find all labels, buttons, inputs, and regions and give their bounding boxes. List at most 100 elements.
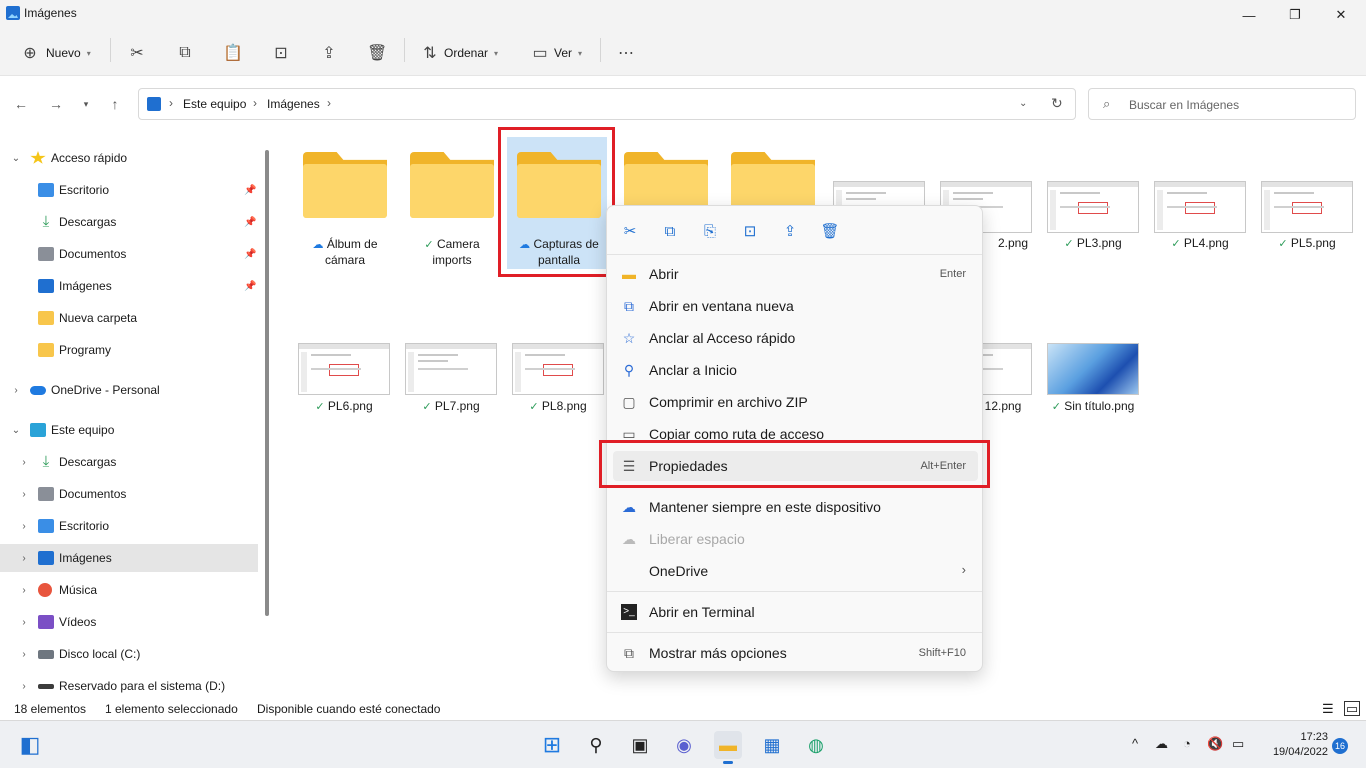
- share-button[interactable]: ⇪: [319, 38, 339, 68]
- sort-button[interactable]: ⇅ Ordenar ▾: [420, 38, 498, 68]
- sidebar-item-documentos[interactable]: Documentos 📌: [0, 240, 258, 268]
- onedrive-cloud-icon[interactable]: ☁: [1155, 736, 1168, 752]
- menu-item-new-window[interactable]: ⧉ Abrir en ventana nueva: [613, 291, 978, 321]
- more-options-button[interactable]: ⋯: [616, 38, 636, 68]
- file-label[interactable]: ✓ PL7.png: [398, 399, 504, 415]
- file-explorer-icon[interactable]: ▬: [714, 731, 742, 764]
- chevron-right-icon[interactable]: ›: [18, 457, 30, 468]
- system-clock[interactable]: 17:23 19/04/2022: [1258, 730, 1328, 760]
- address-bar[interactable]: › Este equipo › Imágenes › ⌄ ↻: [138, 88, 1076, 120]
- sidebar-item-pc-documentos[interactable]: › Documentos: [0, 480, 258, 508]
- rename-button[interactable]: ⊡: [271, 38, 291, 68]
- cut-icon[interactable]: ✂: [617, 220, 643, 244]
- breadcrumb-pictures[interactable]: Imágenes: [267, 97, 320, 111]
- paste-icon[interactable]: ⎘: [697, 220, 723, 244]
- trash-icon[interactable]: 🗑: [817, 220, 843, 244]
- sidebar-item-escritorio[interactable]: Escritorio 📌: [0, 176, 258, 204]
- volume-muted-icon[interactable]: 🔇: [1207, 736, 1223, 752]
- menu-item-onedrive[interactable]: OneDrive ›: [613, 556, 978, 586]
- chat-icon[interactable]: ◉: [670, 731, 698, 759]
- up-button[interactable]: ↑: [104, 93, 126, 115]
- menu-item-pin-quick-access[interactable]: ☆ Anclar al Acceso rápido: [613, 323, 978, 353]
- sidebar-item-pc-videos[interactable]: › Vídeos: [0, 608, 258, 636]
- back-button[interactable]: ←: [10, 93, 32, 115]
- image-thumbnail[interactable]: [1154, 181, 1246, 233]
- menu-item-open-terminal[interactable]: >_ Abrir en Terminal: [613, 597, 978, 627]
- sidebar-item-disk-d[interactable]: › Reservado para el sistema (D:): [0, 672, 258, 700]
- copy-icon[interactable]: ⧉: [657, 220, 683, 244]
- start-windows-icon[interactable]: ⊞: [538, 731, 566, 759]
- address-history-chevron-icon[interactable]: ⌄: [1019, 98, 1027, 109]
- sidebar-item-pc-descargas[interactable]: › ⤓ Descargas: [0, 448, 258, 476]
- breadcrumb-this-pc[interactable]: Este equipo: [183, 97, 246, 111]
- details-view-icon[interactable]: ☰: [1322, 701, 1334, 717]
- sidebar-item-onedrive[interactable]: › OneDrive - Personal: [0, 376, 258, 404]
- folder-camera-imports[interactable]: ✓ Camera imports: [399, 140, 505, 270]
- sidebar-item-this-pc[interactable]: ⌄ Este equipo: [0, 416, 258, 444]
- recent-locations-button[interactable]: ▾: [75, 93, 97, 115]
- view-button[interactable]: ▭ Ver ▾: [530, 38, 582, 68]
- search-box[interactable]: ⌕ Buscar en Imágenes: [1088, 88, 1356, 120]
- sidebar-item-pc-escritorio[interactable]: › Escritorio: [0, 512, 258, 540]
- show-hidden-icons-icon[interactable]: ^: [1132, 736, 1138, 751]
- sidebar-item-pc-imagenes[interactable]: › Imágenes: [0, 544, 258, 572]
- minimize-button[interactable]: —: [1226, 0, 1272, 30]
- chevron-right-icon[interactable]: ›: [18, 617, 30, 628]
- menu-item-abrir[interactable]: ▬ Abrir Enter: [613, 259, 978, 289]
- file-label[interactable]: ✓ PL5.png: [1254, 236, 1360, 252]
- chevron-right-icon[interactable]: ›: [18, 489, 30, 500]
- menu-item-keep-on-device[interactable]: ☁ Mantener siempre en este dispositivo: [613, 492, 978, 522]
- file-label[interactable]: ✓ PL4.png: [1147, 236, 1253, 252]
- image-thumbnail[interactable]: [405, 343, 497, 395]
- file-label[interactable]: ✓ PL6.png: [291, 399, 397, 415]
- new-button[interactable]: ⊕ Nuevo ▾: [20, 38, 90, 68]
- maximize-button[interactable]: ❐: [1272, 0, 1318, 30]
- close-button[interactable]: ✕: [1318, 0, 1364, 30]
- sidebar-item-descargas[interactable]: ⤓ Descargas 📌: [0, 208, 258, 236]
- chevron-down-icon[interactable]: ⌄: [10, 425, 22, 436]
- sidebar-item-imagenes[interactable]: Imágenes 📌: [0, 272, 258, 300]
- paste-button[interactable]: 📋: [223, 38, 243, 68]
- rename-icon[interactable]: ⊡: [737, 220, 763, 244]
- image-thumbnail[interactable]: [1261, 181, 1353, 233]
- notification-badge[interactable]: 16: [1332, 738, 1348, 754]
- share-icon[interactable]: ⇪: [777, 220, 803, 244]
- sidebar-scrollbar[interactable]: [265, 150, 269, 616]
- cut-button[interactable]: ✂: [127, 38, 147, 68]
- copy-button[interactable]: ⧉: [175, 38, 195, 68]
- sidebar-item-programy[interactable]: Programy: [0, 336, 258, 364]
- image-thumbnail[interactable]: [1047, 181, 1139, 233]
- sidebar-item-disk-c[interactable]: › Disco local (C:): [0, 640, 258, 668]
- chevron-right-icon[interactable]: ›: [18, 553, 30, 564]
- menu-item-pin-start[interactable]: ⚲ Anclar a Inicio: [613, 355, 978, 385]
- thumbnail-view-icon[interactable]: ▭: [1344, 701, 1360, 716]
- chevron-right-icon[interactable]: ›: [10, 385, 22, 396]
- chevron-right-icon[interactable]: ›: [18, 585, 30, 596]
- widgets-icon[interactable]: ◧: [16, 731, 44, 759]
- image-thumbnail[interactable]: [512, 343, 604, 395]
- folder-partial[interactable]: [613, 140, 719, 218]
- file-label[interactable]: ✓ Sin título.png: [1040, 399, 1146, 415]
- folder-partial[interactable]: [720, 140, 826, 218]
- sidebar-item-nueva-carpeta[interactable]: Nueva carpeta: [0, 304, 258, 332]
- image-thumbnail[interactable]: [298, 343, 390, 395]
- menu-item-more-options[interactable]: ⧉ Mostrar más opciones Shift+F10: [613, 638, 978, 668]
- forward-button[interactable]: →: [45, 93, 67, 115]
- sidebar-item-quick-access[interactable]: ⌄ Acceso rápido: [0, 144, 258, 172]
- wifi-icon[interactable]: ◔: [1183, 736, 1191, 751]
- edge-browser-icon[interactable]: ◍: [802, 731, 830, 759]
- file-label[interactable]: ✓ PL3.png: [1040, 236, 1146, 252]
- delete-button[interactable]: 🗑: [367, 38, 387, 68]
- menu-item-compress-zip[interactable]: ▢ Comprimir en archivo ZIP: [613, 387, 978, 417]
- store-icon[interactable]: ▦: [758, 731, 786, 759]
- folder-album-de-camara[interactable]: ☁ Álbum de cámara: [292, 140, 398, 270]
- battery-icon[interactable]: ▭: [1232, 736, 1244, 752]
- chevron-right-icon[interactable]: ›: [18, 681, 30, 692]
- image-thumbnail[interactable]: [1047, 343, 1139, 395]
- chevron-right-icon[interactable]: ›: [18, 649, 30, 660]
- chevron-down-icon[interactable]: ⌄: [10, 153, 22, 164]
- chevron-right-icon[interactable]: ›: [18, 521, 30, 532]
- sidebar-item-pc-musica[interactable]: › Música: [0, 576, 258, 604]
- task-view-icon[interactable]: ▣: [626, 731, 654, 759]
- refresh-icon[interactable]: ↻: [1051, 95, 1063, 112]
